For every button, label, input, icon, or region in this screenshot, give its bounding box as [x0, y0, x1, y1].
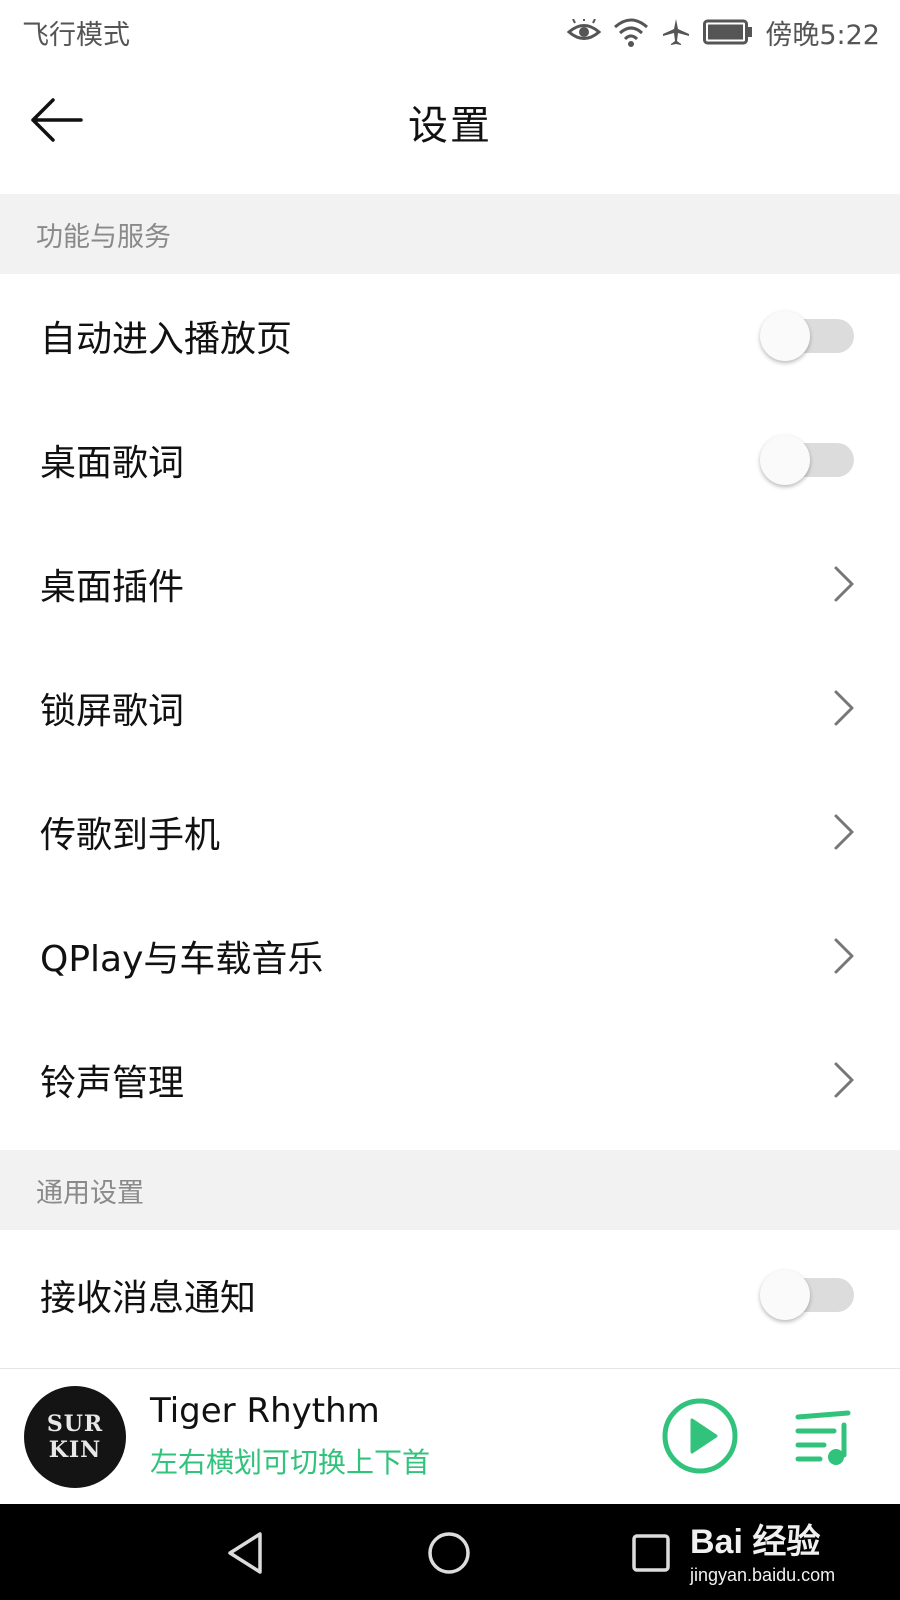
mini-player[interactable]: SUR KIN Tiger Rhythm 左右横划可切换上下首 [0, 1368, 900, 1504]
header: 设置 [0, 64, 900, 194]
row-desktop-lyrics[interactable]: 桌面歌词 [0, 398, 900, 522]
play-circle-icon [662, 1398, 738, 1474]
play-button[interactable] [660, 1396, 740, 1476]
row-label: 传歌到手机 [40, 815, 221, 856]
nav-recents-button[interactable] [624, 1526, 678, 1580]
row-label: 铃声管理 [40, 1063, 185, 1104]
desktop-lyrics-toggle[interactable] [760, 435, 854, 485]
status-bar: 飞行模式 傍晚5:22 [0, 0, 900, 64]
album-art[interactable]: SUR KIN [24, 1386, 126, 1488]
toggle-thumb [760, 1270, 810, 1320]
row-receive-notifications[interactable]: 接收消息通知 [0, 1233, 900, 1357]
chevron-right-icon [834, 814, 854, 850]
airplane-mode-text: 飞行模式 [22, 19, 130, 51]
home-circle-icon [428, 1532, 470, 1574]
row-label: 自动进入播放页 [40, 319, 293, 360]
row-label: QPlay与车载音乐 [40, 939, 324, 980]
wifi-icon [613, 17, 649, 47]
row-ringtone-management[interactable]: 铃声管理 [0, 1018, 900, 1142]
auto-play-page-toggle[interactable] [760, 311, 854, 361]
airplane-icon [661, 17, 691, 47]
back-button[interactable] [24, 88, 88, 152]
toggle-thumb [760, 435, 810, 485]
track-title: Tiger Rhythm [150, 1391, 380, 1431]
eye-icon [567, 19, 602, 45]
chevron-right-icon [834, 566, 854, 602]
clock-text: 傍晚5:22 [765, 19, 880, 51]
row-qplay-car-music[interactable]: QPlay与车载音乐 [0, 894, 900, 1018]
chevron-right-icon [834, 938, 854, 974]
back-arrow-icon [31, 98, 83, 142]
watermark-title: Bai 经验 [690, 1523, 821, 1561]
status-icons: 傍晚5:22 [567, 13, 880, 52]
chevron-right-icon [834, 1062, 854, 1098]
toggle-thumb [760, 311, 810, 361]
row-transfer-songs[interactable]: 传歌到手机 [0, 770, 900, 894]
watermark-url: jingyan.baidu.com [690, 1565, 836, 1585]
receive-notifications-toggle[interactable] [760, 1270, 854, 1320]
settings-screen: 飞行模式 傍晚5:22 设置 功能与服务 自动进入播放页 桌面歌词 桌面插件 锁… [0, 0, 900, 1600]
row-desktop-widget[interactable]: 桌面插件 [0, 522, 900, 646]
row-label: 桌面插件 [40, 567, 185, 608]
back-triangle-icon [228, 1532, 262, 1574]
page-title: 设置 [408, 103, 492, 149]
album-art-text-2: KIN [48, 1437, 102, 1463]
navigation-bar: Bai 经验 jingyan.baidu.com [0, 1504, 900, 1600]
nav-back-button[interactable] [222, 1526, 276, 1580]
baidu-watermark: Bai 经验 jingyan.baidu.com [690, 1514, 835, 1586]
swipe-hint: 左右横划可切换上下首 [150, 1446, 431, 1479]
battery-icon [703, 19, 753, 45]
row-auto-play-page[interactable]: 自动进入播放页 [0, 274, 900, 398]
section-header-general: 通用设置 [0, 1150, 900, 1230]
playlist-button[interactable] [794, 1405, 856, 1467]
album-art-text-1: SUR [46, 1411, 104, 1437]
playlist-icon [795, 1410, 851, 1465]
recents-square-icon [632, 1534, 670, 1572]
track-info[interactable]: Tiger Rhythm 左右横划可切换上下首 [150, 1391, 430, 1481]
row-label: 桌面歌词 [40, 443, 185, 484]
row-lockscreen-lyrics[interactable]: 锁屏歌词 [0, 646, 900, 770]
row-label: 接收消息通知 [40, 1278, 257, 1319]
section-header-features: 功能与服务 [0, 194, 900, 274]
row-label: 锁屏歌词 [40, 691, 185, 732]
nav-home-button[interactable] [422, 1526, 476, 1580]
chevron-right-icon [834, 690, 854, 726]
